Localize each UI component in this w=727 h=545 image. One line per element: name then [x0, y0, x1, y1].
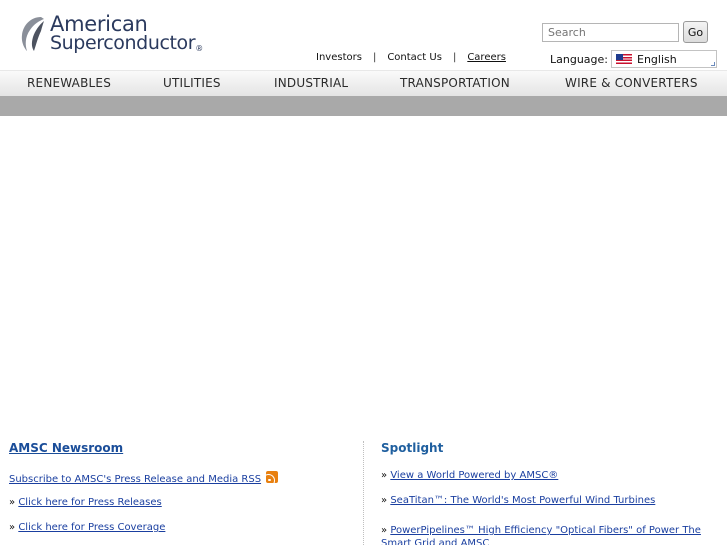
press-coverage-link[interactable]: Click here for Press Coverage — [18, 522, 165, 533]
bullet: » — [381, 525, 388, 536]
language-selected: English — [637, 52, 677, 66]
logo-registered-mark: ® — [195, 44, 203, 53]
list-item: » Click here for Press Releases — [9, 497, 162, 508]
bullet: » — [9, 497, 16, 508]
separator: | — [452, 52, 457, 63]
column-divider — [363, 441, 364, 545]
list-item: » SeaTitan™: The World's Most Powerful W… — [381, 495, 655, 506]
sub-nav-bar — [0, 96, 727, 116]
rss-subscribe-link[interactable]: Subscribe to AMSC's Press Release and Me… — [9, 474, 261, 485]
investors-link[interactable]: Investors — [316, 52, 362, 63]
newsroom-section: AMSC Newsroom Subscribe to AMSC's Press … — [9, 441, 349, 533]
nav-wire-converters[interactable]: WIRE & CONVERTERS — [565, 76, 698, 90]
language-selector: Language: English — [550, 50, 717, 68]
spotlight-title: Spotlight — [381, 441, 444, 455]
bullet: » — [9, 522, 16, 533]
spotlight-section: Spotlight » View a World Powered by AMSC… — [381, 441, 721, 545]
nav-transportation[interactable]: TRANSPORTATION — [400, 76, 510, 90]
logo-wordmark: American Superconductor® — [50, 14, 203, 54]
bullet: » — [381, 495, 388, 506]
list-item: » PowerPipelines™ High Efficiency "Optic… — [381, 524, 721, 545]
amsc-logo[interactable]: American Superconductor® — [17, 14, 203, 54]
seatitan-link[interactable]: SeaTitan™: The World's Most Powerful Win… — [390, 495, 655, 506]
careers-link[interactable]: Careers — [467, 52, 506, 63]
press-releases-link[interactable]: Click here for Press Releases — [18, 497, 161, 508]
world-powered-link[interactable]: View a World Powered by AMSC® — [390, 470, 558, 481]
main-nav: RENEWABLES UTILITIES INDUSTRIAL TRANSPOR… — [0, 70, 727, 96]
us-flag-icon — [616, 54, 632, 64]
powerpipelines-link[interactable]: PowerPipelines™ High Efficiency "Optical… — [381, 525, 701, 545]
language-label: Language: — [550, 52, 608, 66]
language-dropdown[interactable]: English — [611, 50, 717, 68]
newsroom-title[interactable]: AMSC Newsroom — [9, 441, 349, 455]
bullet: » — [381, 470, 388, 481]
logo-line-2: Superconductor — [50, 32, 196, 54]
search-go-button[interactable]: Go — [683, 21, 708, 43]
rss-subscribe: Subscribe to AMSC's Press Release and Me… — [9, 471, 279, 485]
rss-icon[interactable] — [266, 471, 279, 483]
list-item: » Click here for Press Coverage — [9, 522, 165, 533]
nav-utilities[interactable]: UTILITIES — [163, 76, 221, 90]
resize-grip-icon — [711, 62, 715, 66]
nav-industrial[interactable]: INDUSTRIAL — [274, 76, 348, 90]
utility-links: Investors | Contact Us | Careers — [316, 52, 506, 63]
list-item: » View a World Powered by AMSC® — [381, 470, 558, 481]
swoosh-logo-icon — [21, 17, 44, 51]
separator: | — [372, 52, 377, 63]
search-input[interactable] — [542, 23, 679, 42]
contact-us-link[interactable]: Contact Us — [387, 52, 442, 63]
nav-renewables[interactable]: RENEWABLES — [27, 76, 111, 90]
